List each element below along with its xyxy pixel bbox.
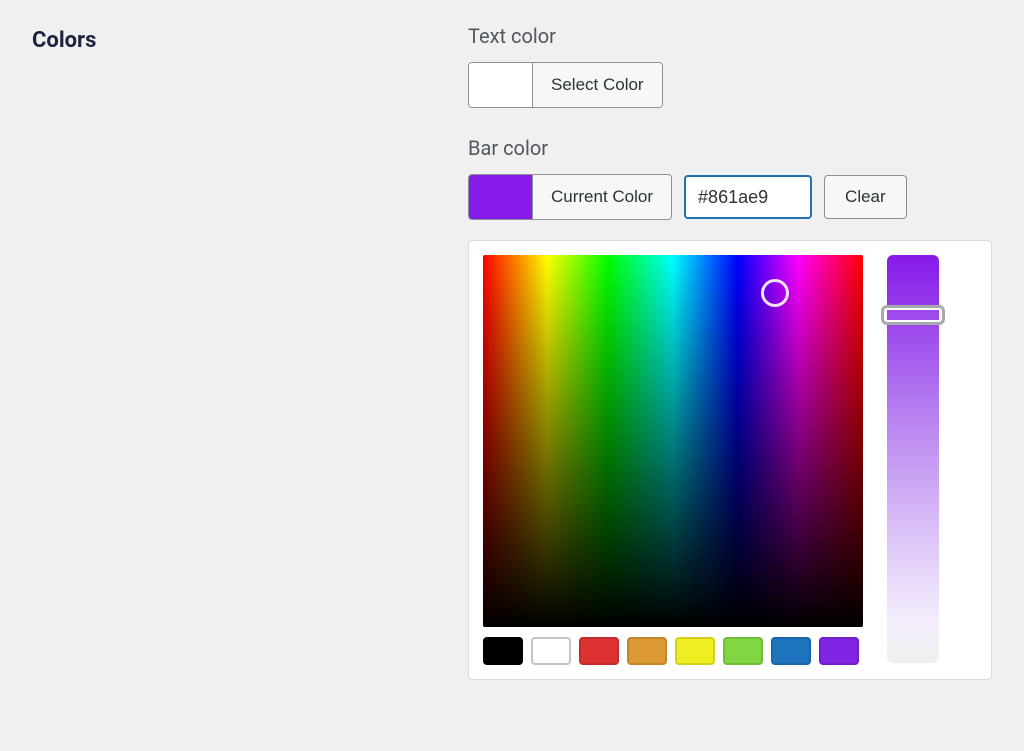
bar-color-picker-toggle[interactable]: Current Color [468, 174, 672, 220]
swatch-black[interactable] [483, 637, 523, 665]
text-color-field: Text color Select Color [468, 24, 992, 108]
swatch-red[interactable] [579, 637, 619, 665]
color-spectrum[interactable] [483, 255, 863, 627]
clear-button[interactable]: Clear [824, 175, 907, 219]
text-color-swatch [469, 63, 533, 107]
preset-swatches [483, 637, 863, 665]
current-color-button[interactable]: Current Color [533, 175, 671, 219]
select-color-button[interactable]: Select Color [533, 63, 662, 107]
text-color-picker-toggle[interactable]: Select Color [468, 62, 663, 108]
hex-input[interactable] [684, 175, 812, 219]
bar-color-field: Bar color Current Color Clear [468, 136, 992, 680]
bar-color-swatch [469, 175, 533, 219]
swatch-orange[interactable] [627, 637, 667, 665]
section-title: Colors [32, 24, 444, 708]
swatch-white[interactable] [531, 637, 571, 665]
alpha-slider[interactable] [887, 255, 939, 663]
swatch-yellow[interactable] [675, 637, 715, 665]
text-color-label: Text color [468, 24, 992, 48]
swatch-blue[interactable] [771, 637, 811, 665]
swatch-purple[interactable] [819, 637, 859, 665]
swatch-green[interactable] [723, 637, 763, 665]
bar-color-label: Bar color [468, 136, 992, 160]
color-picker-panel [468, 240, 992, 680]
alpha-handle-icon [881, 305, 945, 325]
